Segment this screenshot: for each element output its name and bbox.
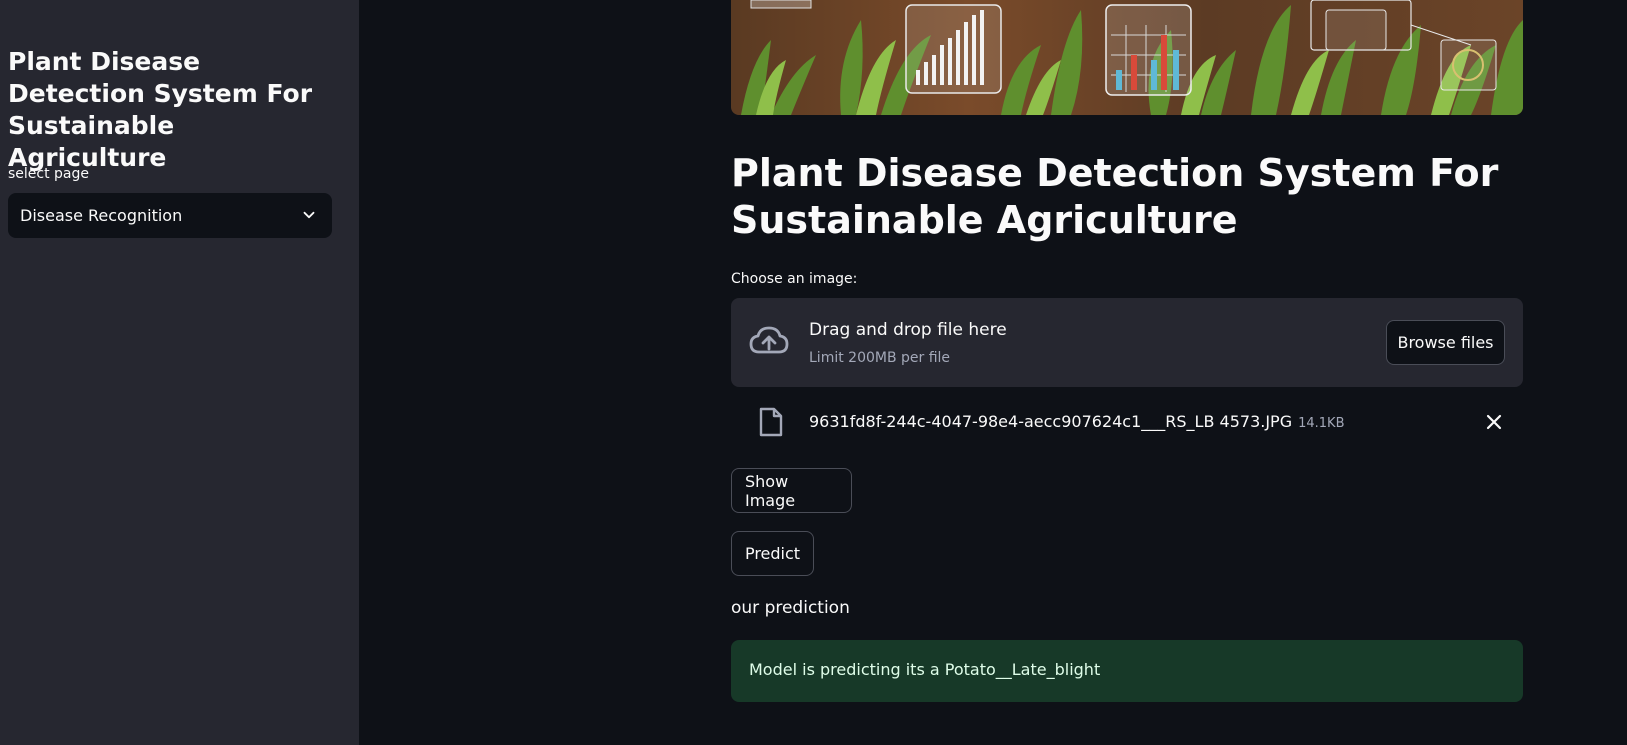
uploader-label: Choose an image:	[731, 271, 858, 287]
file-name: 9631fd8f-244c-4047-98e4-aecc907624c1___R…	[809, 412, 1344, 431]
file-name-text: 9631fd8f-244c-4047-98e4-aecc907624c1___R…	[809, 412, 1293, 431]
cloud-upload-icon	[749, 326, 789, 354]
chevron-down-icon	[303, 211, 315, 219]
browse-files-button[interactable]: Browse files	[1386, 320, 1505, 365]
page-title: Plant Disease Detection System For Susta…	[731, 151, 1499, 242]
prediction-result-text: Model is predicting its a Potato__Late_b…	[749, 660, 1101, 679]
sidebar: Plant Disease Detection System For Susta…	[0, 0, 359, 745]
file-icon	[759, 407, 783, 437]
predict-button[interactable]: Predict	[731, 531, 814, 576]
app-root: Plant Disease Detection System For Susta…	[0, 0, 1627, 745]
show-image-button[interactable]: Show Image	[731, 468, 852, 513]
dropzone-limit: Limit 200MB per file	[809, 350, 951, 366]
banner-image	[731, 0, 1523, 115]
prediction-heading: our prediction	[731, 598, 850, 618]
page-select-value: Disease Recognition	[20, 206, 183, 225]
uploaded-file: 9631fd8f-244c-4047-98e4-aecc907624c1___R…	[731, 405, 1523, 441]
dropzone-title: Drag and drop file here	[809, 320, 1007, 340]
file-size: 14.1KB	[1298, 416, 1345, 431]
sidebar-title: Plant Disease Detection System For Susta…	[8, 47, 313, 172]
page-select[interactable]: Disease Recognition	[8, 193, 332, 238]
select-page-label: select page	[8, 166, 90, 182]
prediction-result-alert: Model is predicting its a Potato__Late_b…	[731, 640, 1523, 702]
close-icon[interactable]	[1485, 413, 1503, 431]
file-dropzone[interactable]: Drag and drop file here Limit 200MB per …	[731, 298, 1523, 387]
